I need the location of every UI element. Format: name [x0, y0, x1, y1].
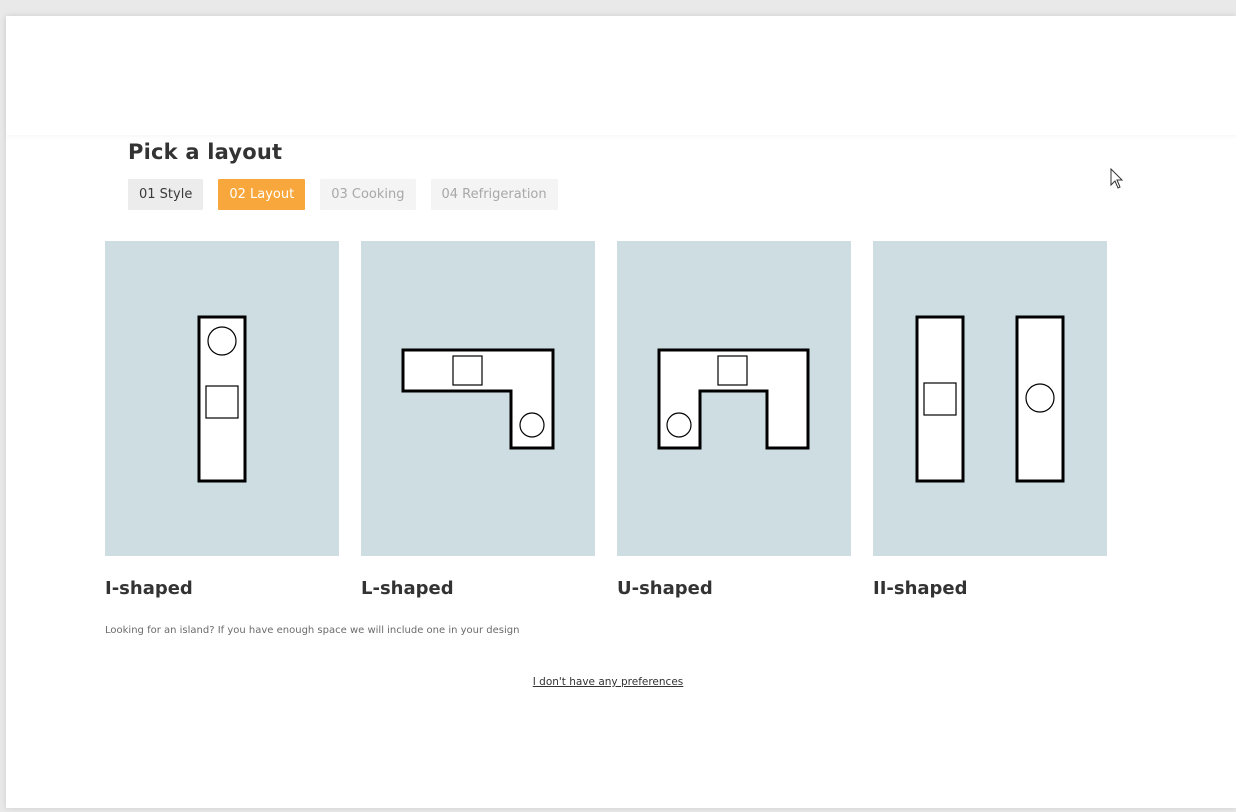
mouse-cursor-icon	[1110, 167, 1124, 194]
step-cooking[interactable]: 03 Cooking	[320, 179, 416, 210]
l-shaped-layout-icon	[401, 348, 555, 450]
island-hint: Looking for an island? If you have enoug…	[105, 625, 520, 636]
layout-thumbnail	[873, 241, 1107, 556]
layout-card-l-shaped[interactable]: L-shaped	[361, 241, 595, 599]
app-window: Pick a layout 01 Style 02 Layout 03 Cook…	[6, 16, 1236, 808]
layout-label: I-shaped	[105, 578, 193, 599]
layout-thumbnail	[105, 241, 339, 556]
layout-options: I-shaped L-shaped U-shaped II-shaped	[105, 241, 1107, 599]
layout-label: II-shaped	[873, 578, 968, 599]
layout-card-u-shaped[interactable]: U-shaped	[617, 241, 851, 599]
no-preference-link[interactable]: I don't have any preferences	[6, 676, 1210, 688]
step-navigation: 01 Style 02 Layout 03 Cooking 04 Refrige…	[128, 179, 558, 210]
u-shaped-layout-icon	[657, 348, 810, 450]
layout-thumbnail	[361, 241, 595, 556]
layout-card-i-shaped[interactable]: I-shaped	[105, 241, 339, 599]
layout-label: U-shaped	[617, 578, 713, 599]
page-title: Pick a layout	[128, 140, 283, 164]
layout-card-ii-shaped[interactable]: II-shaped	[873, 241, 1107, 599]
header-band	[6, 16, 1236, 135]
step-layout[interactable]: 02 Layout	[218, 179, 306, 210]
layout-thumbnail	[617, 241, 851, 556]
step-style[interactable]: 01 Style	[128, 179, 204, 210]
layout-label: L-shaped	[361, 578, 454, 599]
step-refrigeration[interactable]: 04 Refrigeration	[430, 179, 558, 210]
i-shaped-layout-icon	[197, 315, 247, 483]
ii-shaped-layout-icon	[915, 315, 1065, 483]
